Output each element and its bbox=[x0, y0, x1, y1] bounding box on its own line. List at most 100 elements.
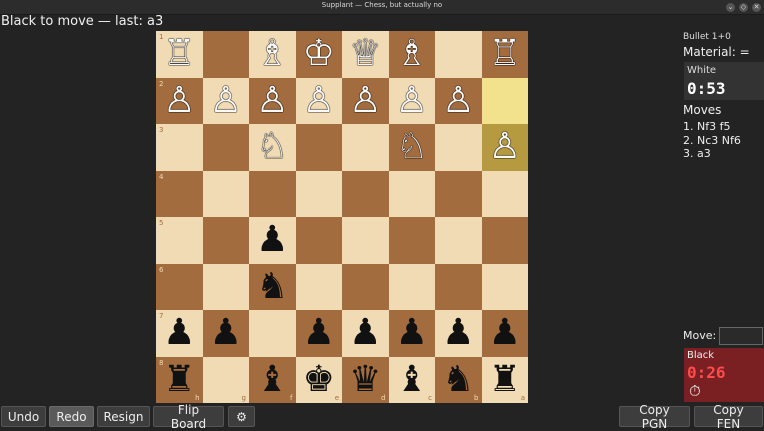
board-square[interactable]: ♟ bbox=[388, 310, 435, 357]
black-piece[interactable]: ♜ bbox=[489, 361, 521, 398]
white-piece[interactable]: ♗ bbox=[256, 36, 288, 72]
board-square[interactable] bbox=[435, 217, 482, 264]
copy-pgn-button[interactable]: Copy PGN bbox=[619, 403, 690, 431]
black-piece[interactable]: ♚ bbox=[303, 361, 335, 398]
board-square[interactable] bbox=[342, 124, 389, 171]
board-square[interactable] bbox=[435, 263, 482, 310]
copy-fen-button[interactable]: Copy FEN bbox=[694, 403, 763, 431]
white-piece[interactable]: ♙ bbox=[349, 82, 381, 119]
board-square[interactable]: 4 bbox=[156, 170, 203, 217]
board-square[interactable] bbox=[388, 217, 435, 264]
flip-board-button[interactable]: Flip Board bbox=[153, 403, 224, 431]
board-square[interactable]: a ♜ bbox=[481, 356, 528, 403]
board-square[interactable]: 5 bbox=[156, 217, 203, 264]
white-piece[interactable]: ♙ bbox=[210, 82, 242, 119]
close-icon[interactable]: ✕ bbox=[752, 3, 761, 12]
white-piece[interactable]: ♙ bbox=[163, 82, 195, 119]
board-square[interactable] bbox=[342, 263, 389, 310]
white-piece[interactable]: ♗ bbox=[396, 36, 428, 72]
redo-button[interactable]: Redo bbox=[49, 406, 94, 427]
board-square[interactable] bbox=[202, 31, 249, 78]
board-square[interactable]: c ♝ bbox=[388, 356, 435, 403]
black-piece[interactable]: ♝ bbox=[256, 361, 288, 398]
board-square[interactable] bbox=[435, 170, 482, 217]
move-input[interactable] bbox=[719, 327, 763, 345]
white-piece[interactable]: ♙ bbox=[396, 82, 428, 119]
white-piece[interactable]: ♙ bbox=[256, 82, 288, 119]
board-square[interactable] bbox=[202, 124, 249, 171]
board-square[interactable]: g bbox=[202, 356, 249, 403]
black-piece[interactable]: ♟ bbox=[303, 315, 335, 351]
black-piece[interactable]: ♟ bbox=[349, 315, 381, 351]
board-square[interactable]: ♙ bbox=[342, 77, 389, 124]
board-square[interactable]: ♙ bbox=[202, 77, 249, 124]
board-square[interactable]: 8 h ♜ bbox=[156, 356, 203, 403]
black-piece[interactable]: ♟ bbox=[442, 315, 474, 351]
board-square[interactable]: ♟ bbox=[481, 310, 528, 357]
board-square[interactable]: d ♛ bbox=[342, 356, 389, 403]
board-square[interactable]: 2 ♙ bbox=[156, 77, 203, 124]
board-square[interactable]: ♙ bbox=[249, 77, 296, 124]
board-square[interactable]: b ♞ bbox=[435, 356, 482, 403]
board-square[interactable] bbox=[295, 263, 342, 310]
white-piece[interactable]: ♘ bbox=[256, 129, 288, 165]
white-piece[interactable]: ♖ bbox=[163, 36, 195, 72]
black-piece[interactable]: ♝ bbox=[396, 361, 428, 398]
board-square[interactable] bbox=[388, 170, 435, 217]
board-square[interactable]: ♙ bbox=[481, 124, 528, 171]
black-piece[interactable]: ♟ bbox=[489, 315, 521, 351]
board-square[interactable]: ♕ bbox=[342, 31, 389, 78]
board-square[interactable] bbox=[342, 217, 389, 264]
board-square[interactable]: ♙ bbox=[435, 77, 482, 124]
black-piece[interactable]: ♟ bbox=[256, 222, 288, 258]
board-square[interactable]: ♟ bbox=[342, 310, 389, 357]
board-square[interactable] bbox=[202, 170, 249, 217]
white-piece[interactable]: ♙ bbox=[442, 82, 474, 119]
board-square[interactable] bbox=[435, 124, 482, 171]
resign-button[interactable]: Resign bbox=[97, 406, 150, 427]
black-piece[interactable]: ♞ bbox=[442, 361, 474, 398]
board-square[interactable] bbox=[435, 31, 482, 78]
white-piece[interactable]: ♕ bbox=[349, 36, 381, 72]
board-square[interactable]: 1 ♖ bbox=[156, 31, 203, 78]
board-square[interactable]: ♟ bbox=[295, 310, 342, 357]
black-piece[interactable]: ♟ bbox=[163, 315, 195, 351]
board-square[interactable] bbox=[202, 263, 249, 310]
board-square[interactable]: ♘ bbox=[388, 124, 435, 171]
black-piece[interactable]: ♟ bbox=[396, 315, 428, 351]
board-square[interactable] bbox=[481, 217, 528, 264]
board-square[interactable]: ♟ bbox=[435, 310, 482, 357]
board-square[interactable]: ♟ bbox=[202, 310, 249, 357]
black-piece[interactable]: ♜ bbox=[163, 361, 195, 398]
board-square[interactable]: 7 ♟ bbox=[156, 310, 203, 357]
board-square[interactable]: f ♝ bbox=[249, 356, 296, 403]
board-square[interactable]: ♞ bbox=[249, 263, 296, 310]
white-piece[interactable]: ♙ bbox=[489, 129, 521, 165]
board-square[interactable]: ♗ bbox=[388, 31, 435, 78]
board-square[interactable]: ♙ bbox=[388, 77, 435, 124]
board-square[interactable]: 3 bbox=[156, 124, 203, 171]
board-square[interactable] bbox=[295, 170, 342, 217]
white-piece[interactable]: ♖ bbox=[489, 36, 521, 72]
board-square[interactable]: 6 bbox=[156, 263, 203, 310]
chess-board[interactable]: 1 ♖ ♗ ♔ ♕ ♗ ♖ 2 ♙ ♙ ♙ ♙ ♙ ♙ ♙ 3 ♘ ♘ ♙ 4 5 ♟ 6 ♞ 7 ♟ ♟ ♟ ♟ ♟ ♟ ♟ 8 h ♜ g f ♝ e ♚… bbox=[156, 31, 528, 403]
maximize-icon[interactable]: ◇ bbox=[739, 3, 748, 12]
white-piece[interactable]: ♘ bbox=[396, 129, 428, 165]
board-square[interactable] bbox=[388, 263, 435, 310]
board-square[interactable]: ♖ bbox=[481, 31, 528, 78]
settings-gear-icon[interactable]: ⚙ bbox=[228, 406, 255, 427]
board-square[interactable]: ♙ bbox=[295, 77, 342, 124]
board-square[interactable] bbox=[481, 77, 528, 124]
board-square[interactable] bbox=[295, 124, 342, 171]
white-piece[interactable]: ♙ bbox=[303, 82, 335, 119]
board-square[interactable] bbox=[295, 217, 342, 264]
white-piece[interactable]: ♔ bbox=[303, 36, 335, 72]
board-square[interactable]: ♗ bbox=[249, 31, 296, 78]
minimize-icon[interactable]: ⌄ bbox=[726, 3, 735, 12]
board-square[interactable] bbox=[202, 217, 249, 264]
board-square[interactable]: e ♚ bbox=[295, 356, 342, 403]
board-square[interactable]: ♘ bbox=[249, 124, 296, 171]
board-square[interactable]: ♔ bbox=[295, 31, 342, 78]
black-piece[interactable]: ♟ bbox=[210, 315, 242, 351]
black-piece[interactable]: ♞ bbox=[256, 268, 288, 305]
